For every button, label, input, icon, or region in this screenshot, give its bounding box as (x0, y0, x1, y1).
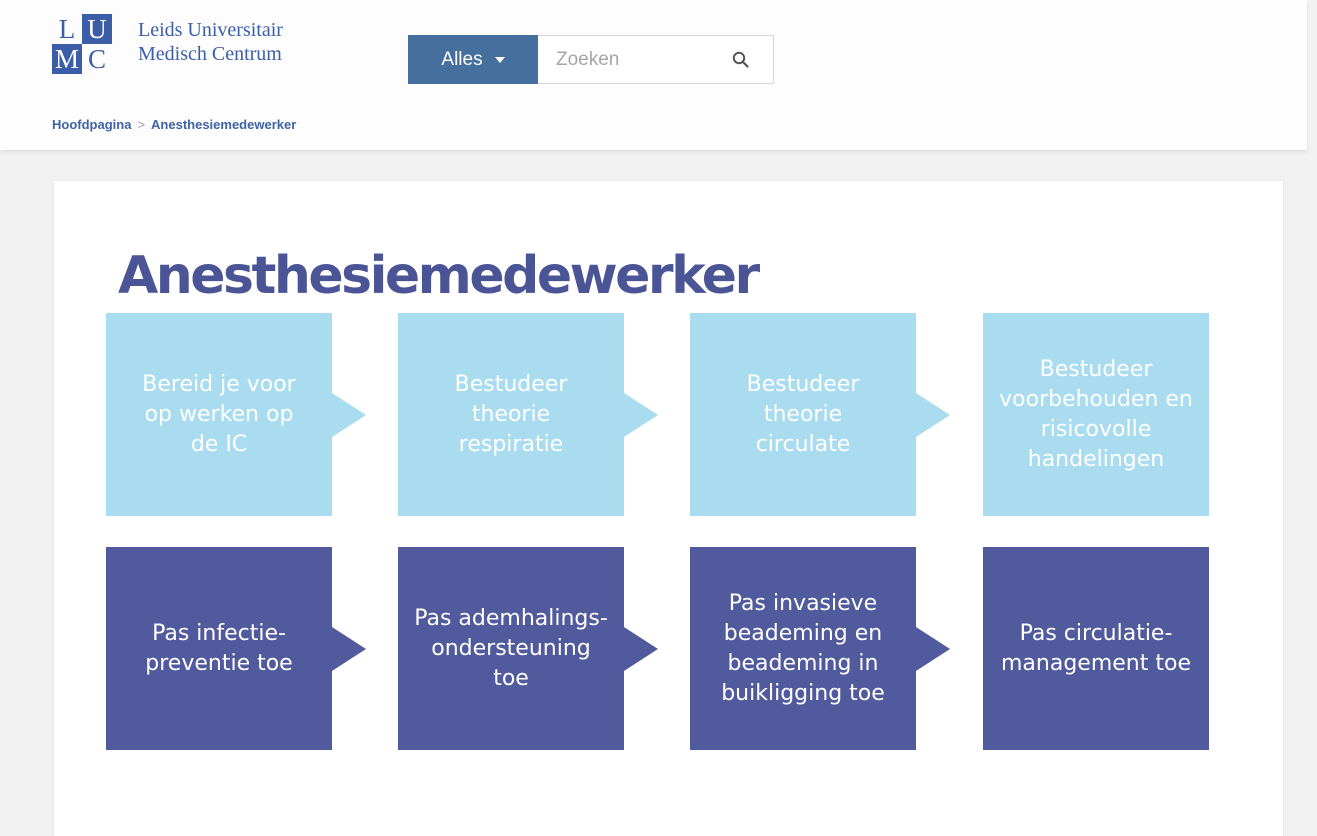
search-input[interactable] (538, 36, 728, 83)
logo-line-1: Leids Universitair (138, 19, 283, 41)
step-label: Bereid je voor op werken op de IC (142, 371, 296, 457)
step-label: Pas ademhalings-ondersteuning toe (414, 605, 608, 691)
step-theory-respiration[interactable]: Bestudeer theorie respiratie (398, 313, 658, 516)
search-scope-label: Alles (441, 48, 483, 70)
search-box (538, 35, 774, 84)
step-label: Bestudeer theorie circulate (746, 371, 860, 457)
search-scope-dropdown[interactable]: Alles (408, 35, 538, 84)
logo-letter-l: L (58, 13, 76, 44)
logo-wordmark: Leids Universitair Medisch Centrum (138, 18, 283, 66)
step-circulation-management[interactable]: Pas circulatie-management toe (983, 547, 1209, 750)
breadcrumb-current[interactable]: Anesthesiemedewerker (151, 117, 296, 132)
site-header: L U M C Leids Universitair Medisch Centr… (0, 0, 1307, 150)
search-bar: Alles (408, 35, 774, 84)
logo-letter-u: U (82, 14, 112, 44)
page-title: Anesthesiemedewerker (118, 246, 760, 306)
arrow-right-icon (916, 626, 950, 671)
breadcrumb: Hoofdpagina > Anesthesiemedewerker (52, 117, 296, 132)
logo-mark: L U M C (52, 14, 112, 76)
step-infection-prevention[interactable]: Pas infectie-preventie toe (106, 547, 366, 750)
arrow-right-icon (916, 392, 950, 437)
step-theory-circulation[interactable]: Bestudeer theorie circulate (690, 313, 950, 516)
lumc-logo[interactable]: L U M C Leids Universitair Medisch Centr… (52, 14, 283, 76)
step-prepare-ic[interactable]: Bereid je voor op werken op de IC (106, 313, 366, 516)
breadcrumb-separator: > (137, 117, 146, 132)
caret-down-icon (494, 56, 505, 63)
step-label: Pas infectie-preventie toe (145, 620, 293, 676)
step-invasive-ventilation[interactable]: Pas invasieve beademing en beademing in … (690, 547, 950, 750)
logo-line-2: Medisch Centrum (138, 43, 282, 65)
step-label: Pas circulatie-management toe (1001, 620, 1191, 676)
logo-letter-m: M (52, 44, 82, 74)
step-label: Bestudeer theorie respiratie (454, 371, 568, 457)
step-respiratory-support[interactable]: Pas ademhalings-ondersteuning toe (398, 547, 658, 750)
arrow-right-icon (624, 626, 658, 671)
arrow-right-icon (332, 392, 366, 437)
logo-letter-c: C (87, 43, 106, 74)
step-label: Bestudeer voorbehouden en risicovolle ha… (999, 356, 1193, 472)
arrow-right-icon (332, 626, 366, 671)
search-icon[interactable] (731, 50, 751, 70)
step-reserved-procedures[interactable]: Bestudeer voorbehouden en risicovolle ha… (983, 313, 1209, 516)
breadcrumb-home-link[interactable]: Hoofdpagina (52, 117, 131, 132)
step-label: Pas invasieve beademing en beademing in … (721, 590, 885, 706)
arrow-right-icon (624, 392, 658, 437)
